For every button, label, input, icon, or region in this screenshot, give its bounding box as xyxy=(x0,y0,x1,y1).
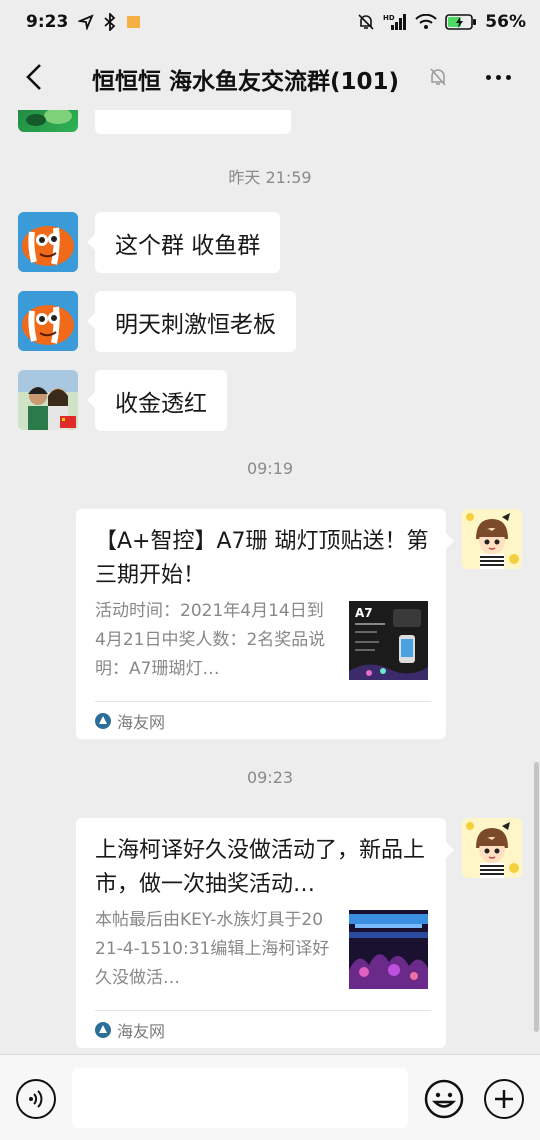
signal-icon: HD xyxy=(383,13,407,31)
card-thumbnail: A7 xyxy=(349,601,428,680)
emoji-button[interactable] xyxy=(424,1079,464,1119)
avatar[interactable] xyxy=(18,110,78,132)
card-description: 本帖最后由KEY-水族灯具于2021-4-1510:31编辑上海柯译好久没做活… xyxy=(95,910,330,988)
timestamp: 昨天 21:59 xyxy=(228,168,312,187)
scrollbar[interactable] xyxy=(534,762,539,1032)
clownfish-avatar[interactable] xyxy=(18,291,78,351)
plus-icon xyxy=(495,1090,513,1108)
plus-button[interactable] xyxy=(484,1079,524,1119)
clownfish-avatar[interactable] xyxy=(18,212,78,272)
link-card[interactable]: 【A+智控】A7珊 瑚灯顶贴送！第三期开始！ 活动时间：2021年4月14日到4… xyxy=(76,509,454,739)
source-logo-icon xyxy=(95,1022,111,1038)
timestamp: 09:23 xyxy=(246,768,294,787)
source-name: 海友网 xyxy=(117,1022,166,1041)
chat-header: 恒恒恒 海水鱼友交流群(101) xyxy=(0,44,540,110)
card-divider xyxy=(95,701,431,702)
message-bubble[interactable]: 收金透红 xyxy=(87,370,227,431)
battery-icon xyxy=(445,13,477,31)
couple-photo-avatar[interactable] xyxy=(18,370,78,430)
source-logo-icon xyxy=(95,713,111,729)
message-bubble[interactable]: 这个群 收鱼群 xyxy=(86,212,281,273)
back-button[interactable] xyxy=(14,56,54,98)
more-dots-icon[interactable] xyxy=(476,64,520,90)
source-name: 海友网 xyxy=(117,713,166,732)
cartoon-boy-avatar[interactable] xyxy=(462,818,522,878)
card-divider xyxy=(95,1010,431,1011)
svg-text:HD: HD xyxy=(383,14,395,22)
battery-percent: 56% xyxy=(485,12,526,32)
message-input[interactable] xyxy=(72,1068,408,1128)
voice-button[interactable] xyxy=(16,1079,56,1119)
cartoon-boy-avatar[interactable] xyxy=(462,509,522,569)
wifi-icon xyxy=(415,14,438,30)
message-text: 这个群 收鱼群 xyxy=(115,232,261,259)
mute-icon xyxy=(357,13,375,31)
message-bubble-partial[interactable] xyxy=(95,110,291,134)
navigation-icon xyxy=(78,14,94,30)
link-card[interactable]: 上海柯译好久没做活动了，新品上市，做一次抽奖活动… 本帖最后由KEY-水族灯具于… xyxy=(76,818,454,1048)
muted-bell-icon xyxy=(428,67,448,91)
notification-flag-icon xyxy=(126,15,142,29)
status-time: 9:23 xyxy=(26,12,69,32)
bluetooth-icon xyxy=(104,13,116,31)
input-bar xyxy=(0,1054,540,1140)
message-text: 收金透红 xyxy=(115,390,207,417)
card-thumbnail xyxy=(349,910,428,989)
voice-icon xyxy=(29,1090,43,1108)
emoji-icon xyxy=(424,1079,464,1119)
message-text: 明天刺激恒老板 xyxy=(115,311,276,338)
card-title: 上海柯译好久没做活动了，新品上市，做一次抽奖活动… xyxy=(95,838,426,897)
card-source: 海友网 xyxy=(95,1018,165,1042)
card-description: 活动时间：2021年4月14日到4月21日中奖人数：2名奖品说明：A7珊瑚灯… xyxy=(95,601,326,679)
card-source: 海友网 xyxy=(95,709,165,733)
card-title: 【A+智控】A7珊 瑚灯顶贴送！第三期开始！ xyxy=(95,529,429,588)
chat-title: 恒恒恒 海水鱼友交流群(101) xyxy=(92,69,400,95)
message-bubble[interactable]: 明天刺激恒老板 xyxy=(87,291,296,352)
svg-text:A7: A7 xyxy=(355,606,373,620)
status-bar: 9:23 HD 56% xyxy=(0,0,540,44)
message-list[interactable]: 昨天 21:59 这个群 收鱼群 明天刺激恒老板 收金透红 09:19 【A+智… xyxy=(0,110,540,1054)
back-arrow-icon xyxy=(26,64,41,90)
timestamp: 09:19 xyxy=(246,459,294,478)
